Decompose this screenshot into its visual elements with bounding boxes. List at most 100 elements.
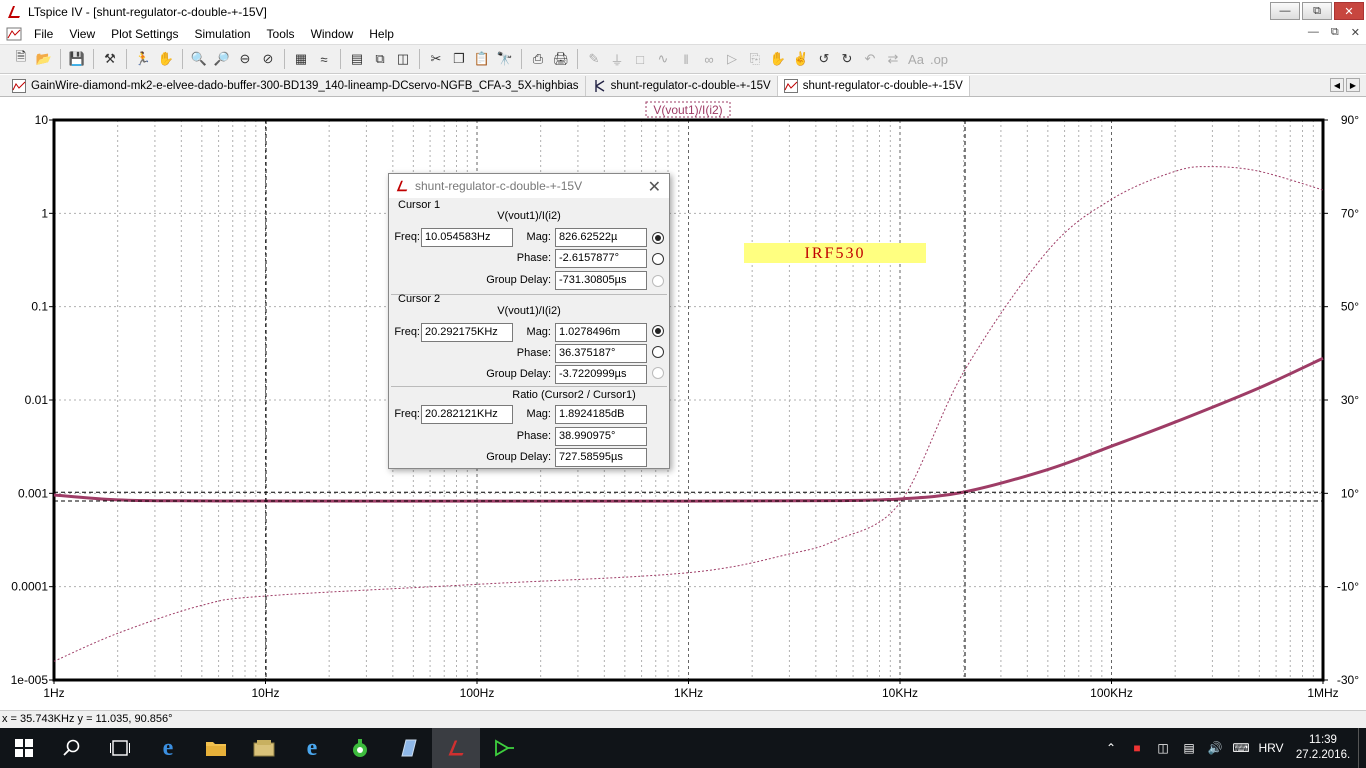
redo-icon[interactable]: ↻ [836,48,858,70]
print-icon[interactable]: 🖨 [550,48,572,70]
tab-scroll-right-icon[interactable]: ▶ [1346,78,1360,92]
restore-button[interactable]: ⧉ [1302,2,1332,20]
mirror-icon[interactable]: ⇄ [882,48,904,70]
document-icon[interactable] [6,26,22,42]
ratio-mag-field[interactable]: 1.8924185dB [555,405,647,424]
menu-view[interactable]: View [61,27,103,41]
cursor1-phase-field[interactable]: -2.6157877° [555,249,647,268]
copy-icon[interactable]: ❐ [448,48,470,70]
drag-icon[interactable]: ✌ [790,48,812,70]
cursor2-phase-field[interactable]: 36.375187° [555,344,647,363]
menu-tools[interactable]: Tools [259,27,303,41]
cursor2-gd-radio[interactable] [652,367,664,379]
halt-icon[interactable]: ✋ [155,48,177,70]
zoom-cancel-icon[interactable]: ⊘ [257,48,279,70]
paste-icon[interactable]: 📋 [471,48,493,70]
windows-start-icon[interactable] [0,728,48,768]
ratio-phase-field[interactable]: 38.990975° [555,427,647,446]
battery-icon[interactable]: ◫ [1150,741,1176,755]
cascade-icon[interactable]: ⧉ [369,48,391,70]
tray-app-icon[interactable]: ■ [1124,741,1150,755]
dialog-close-icon[interactable]: ✕ [648,177,661,197]
label-net-icon[interactable]: □ [629,48,651,70]
ratio-gd-field[interactable]: 727.58595µs [555,448,647,467]
tab-scroll-left-icon[interactable]: ◀ [1330,78,1344,92]
language-indicator[interactable]: HRV [1254,741,1288,755]
new-schematic-icon[interactable]: 🗎 [10,48,32,70]
task-view-icon[interactable] [96,728,144,768]
notes-app-icon[interactable] [384,728,432,768]
bode-plot[interactable]: 10 1 0.1 0.01 0.001 0.0001 1e-005 90° 70° 50° 30°… [0,98,1366,708]
run-icon[interactable]: 🏃 [132,48,154,70]
capacitor-icon[interactable]: ‖ [675,48,697,70]
green-app-icon[interactable] [336,728,384,768]
component-icon[interactable]: ⎘ [744,48,766,70]
cursor1-gd-field[interactable]: -731.30805µs [555,271,647,290]
dialog-title-bar[interactable]: shunt-regulator-c-double-+-15V ✕ [389,174,669,198]
inductor-icon[interactable]: ∞ [698,48,720,70]
autorange-icon[interactable]: ▦ [290,48,312,70]
control-panel-icon[interactable]: ⚒ [99,48,121,70]
diode-icon[interactable]: ▷ [721,48,743,70]
move-icon[interactable]: ✋ [767,48,789,70]
tab-gainwire-plot[interactable]: GainWire-diamond-mk2-e-elvee-dado-buffer… [6,76,586,96]
zoom-out-icon[interactable]: ⊖ [234,48,256,70]
print-setup-icon[interactable]: ⎙ [527,48,549,70]
open-icon[interactable]: 📂 [33,48,55,70]
cut-icon[interactable]: ✂ [425,48,447,70]
annotation-text[interactable]: IRF530 [805,245,866,262]
resistor-icon[interactable]: ∿ [652,48,674,70]
cursor1-mag-radio[interactable] [652,232,664,244]
volume-icon[interactable]: 🔊 [1202,741,1228,755]
cursor2-gd-field[interactable]: -3.7220999µs [555,365,647,384]
ltspice-taskbar-icon[interactable] [432,728,480,768]
file-explorer-icon[interactable] [192,728,240,768]
cursor2-freq-field[interactable]: 20.292175KHz [421,323,513,342]
show-desktop-button[interactable] [1358,728,1366,768]
cursor1-freq-field[interactable]: 10.054583Hz [421,228,513,247]
menu-simulation[interactable]: Simulation [187,27,259,41]
zoom-in-icon[interactable]: 🔍 [188,48,210,70]
wire-icon[interactable]: ✎ [583,48,605,70]
internet-explorer-icon[interactable]: e [288,728,336,768]
network-icon[interactable]: ▤ [1176,741,1202,755]
menu-window[interactable]: Window [303,27,362,41]
undo-icon[interactable]: ↺ [813,48,835,70]
close-button[interactable]: ✕ [1334,2,1364,20]
cursor-dialog[interactable]: shunt-regulator-c-double-+-15V ✕ Cursor … [388,173,670,469]
folder-app-icon[interactable] [240,728,288,768]
save-icon[interactable]: 💾 [66,48,88,70]
tab-shunt-regulator-plot[interactable]: shunt-regulator-c-double-+-15V [777,76,970,96]
menu-help[interactable]: Help [361,27,402,41]
tile-vertical-icon[interactable]: ◫ [392,48,414,70]
pan-icon[interactable]: 🔎 [211,48,233,70]
simulator-app-icon[interactable] [480,728,528,768]
text-icon[interactable]: Aa [905,48,927,70]
rotate-icon[interactable]: ↶ [859,48,881,70]
search-icon[interactable] [48,728,96,768]
cursor1-gd-radio[interactable] [652,275,664,287]
spice-directive-icon[interactable]: .op [928,48,950,70]
cursor1-mag-field[interactable]: 826.62522µ [555,228,647,247]
keyboard-icon[interactable]: ⌨ [1228,741,1254,755]
cursor2-mag-field[interactable]: 1.0278496m [555,323,647,342]
clock[interactable]: 11:39 27.2.2016. [1288,733,1358,763]
menu-file[interactable]: File [26,27,61,41]
chevron-up-icon[interactable]: ⌃ [1098,741,1124,755]
mdi-restore-icon[interactable]: ⧉ [1331,26,1339,39]
pick-traces-icon[interactable]: ≈ [313,48,335,70]
cursor1-phase-radio[interactable] [652,253,664,265]
edge-browser-icon[interactable]: e [144,728,192,768]
plot-pane[interactable]: 10 1 0.1 0.01 0.001 0.0001 1e-005 90° 70° 50° 30°… [0,98,1366,708]
ground-icon[interactable]: ⏚ [606,48,628,70]
cursor2-mag-radio[interactable] [652,325,664,337]
ratio-freq-field[interactable]: 20.282121KHz [421,405,513,424]
trace-label[interactable]: V(vout1)/I(i2) [653,103,722,117]
find-icon[interactable]: 🔭 [494,48,516,70]
menu-plot-settings[interactable]: Plot Settings [103,27,186,41]
tab-schematic[interactable]: shunt-regulator-c-double-+-15V [586,76,778,96]
mdi-minimize-icon[interactable]: — [1308,26,1319,39]
cursor2-phase-radio[interactable] [652,346,664,358]
tile-horizontal-icon[interactable]: ▤ [346,48,368,70]
minimize-button[interactable]: — [1270,2,1300,20]
